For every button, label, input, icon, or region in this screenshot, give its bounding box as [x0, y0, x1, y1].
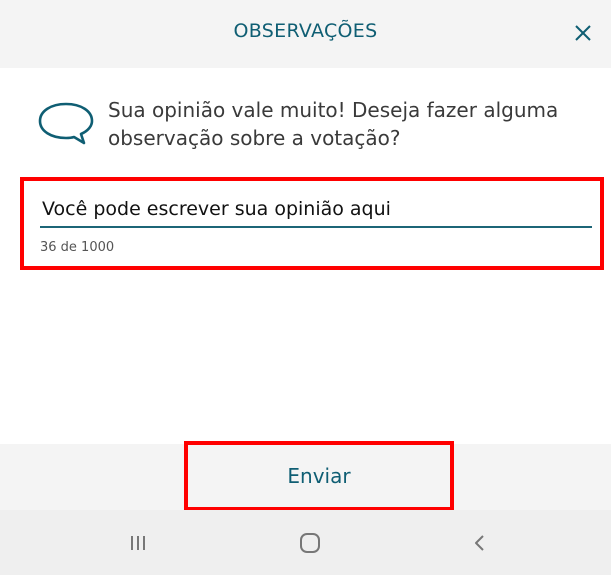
- recent-apps-button[interactable]: [118, 526, 158, 560]
- back-icon[interactable]: [470, 533, 490, 553]
- recent-apps-icon[interactable]: [128, 533, 148, 553]
- opinion-input[interactable]: [40, 192, 592, 228]
- page-title: OBSERVAÇÕES: [233, 20, 378, 42]
- close-button[interactable]: [565, 15, 601, 51]
- feedback-prompt: Sua opinião vale muito! Deseja fazer alg…: [36, 96, 596, 160]
- header-bar: OBSERVAÇÕES: [0, 0, 611, 68]
- speech-bubble-icon: [38, 102, 94, 145]
- opinion-field-container: 36 de 1000: [22, 178, 606, 272]
- back-button[interactable]: [460, 526, 500, 560]
- observations-screen: OBSERVAÇÕES Sua opinião vale muito! Dese…: [0, 0, 611, 575]
- prompt-text: Sua opinião vale muito! Deseja fazer alg…: [108, 98, 559, 150]
- home-icon[interactable]: [298, 531, 322, 555]
- close-icon[interactable]: [573, 23, 593, 43]
- send-button[interactable]: Enviar: [184, 441, 454, 511]
- system-navigation-bar: [0, 510, 611, 575]
- character-counter: 36 de 1000: [40, 240, 115, 255]
- home-button[interactable]: [290, 526, 330, 560]
